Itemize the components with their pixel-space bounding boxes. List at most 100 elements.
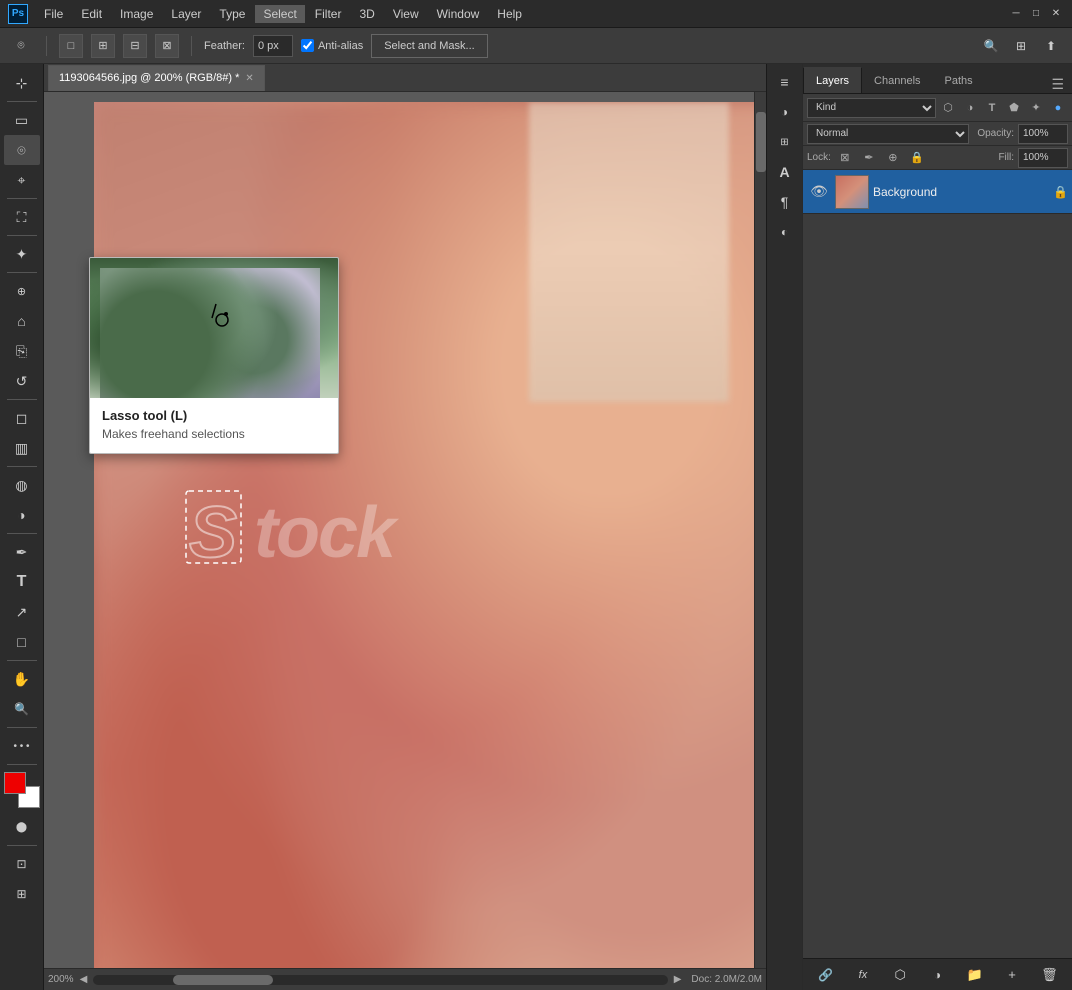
tab-close-btn[interactable]: ✕ <box>245 73 253 84</box>
new-group-btn[interactable]: 📁 <box>962 962 988 988</box>
layer-visibility-eye[interactable]: 👁 <box>807 180 831 204</box>
layer-row-background[interactable]: 👁 Background 🔒 <box>803 170 1072 214</box>
lock-artboard-icon[interactable]: ⊕ <box>883 148 903 168</box>
history-brush-tool[interactable]: ↺ <box>4 366 40 396</box>
type-filter-icon[interactable]: T <box>982 98 1002 118</box>
vertical-scrollbar-thumb[interactable] <box>756 112 766 172</box>
adjustment-filter-icon[interactable]: ◑ <box>960 98 980 118</box>
menu-help[interactable]: Help <box>489 5 530 23</box>
lock-pixels-icon[interactable]: ⊠ <box>835 148 855 168</box>
rectangle-tool[interactable]: □ <box>4 627 40 657</box>
zoom-tool[interactable]: 🔍 <box>4 694 40 724</box>
adjustment-btn[interactable]: ◑ <box>924 962 950 988</box>
intersect-selection-btn[interactable]: ⊠ <box>155 34 179 58</box>
blend-mode-select[interactable]: Normal <box>807 124 969 144</box>
new-selection-btn[interactable]: □ <box>59 34 83 58</box>
history-icon[interactable]: ≡ <box>771 68 799 96</box>
tab-bar: 1193064566.jpg @ 200% (RGB/8#) * ✕ <box>44 64 766 92</box>
tab-filename: 1193064566.jpg @ 200% (RGB/8#) * <box>59 72 239 84</box>
minimize-button[interactable]: ─ <box>1008 6 1024 22</box>
filter-toggle[interactable]: ● <box>1048 98 1068 118</box>
menu-image[interactable]: Image <box>112 5 161 23</box>
fill-input[interactable] <box>1018 148 1068 168</box>
lasso-tool[interactable]: ⌾ <box>4 135 40 165</box>
rectangular-marquee-tool[interactable]: ▭ <box>4 105 40 135</box>
pixel-filter-icon[interactable]: ⬡ <box>938 98 958 118</box>
menu-select[interactable]: Select <box>255 5 304 23</box>
ps-logo: Ps <box>8 4 28 24</box>
color-icon[interactable]: ◑ <box>771 98 799 126</box>
subtract-selection-btn[interactable]: ⊟ <box>123 34 147 58</box>
fx-btn[interactable]: fx <box>850 962 876 988</box>
antialias-checkbox[interactable]: Anti-alias <box>301 39 363 52</box>
eraser-tool[interactable]: ◻ <box>4 403 40 433</box>
adjust-icon[interactable]: ◐ <box>771 218 799 246</box>
workspace-icon[interactable]: ⊞ <box>1008 33 1034 59</box>
layers-bottom-bar: 🔗 fx ⬡ ◑ 📁 + 🗑 <box>803 958 1072 990</box>
hand-tool[interactable]: ✋ <box>4 664 40 694</box>
text-icon[interactable]: A <box>771 158 799 186</box>
extra-tools-btn[interactable]: • • • <box>4 731 40 761</box>
horizontal-scrollbar-thumb[interactable] <box>173 975 273 985</box>
delete-layer-btn[interactable]: 🗑 <box>1036 962 1062 988</box>
menu-window[interactable]: Window <box>429 5 488 23</box>
canvas-image: tock S <box>94 102 766 968</box>
paragraph-icon[interactable]: ¶ <box>771 188 799 216</box>
new-layer-btn[interactable]: + <box>999 962 1025 988</box>
foreground-color[interactable] <box>4 772 26 794</box>
tool-preset-picker[interactable]: ⌾ <box>8 33 34 59</box>
panel-menu-btn[interactable]: ☰ <box>1043 76 1072 93</box>
scroll-right-btn[interactable]: ▶ <box>672 974 684 985</box>
blur-tool[interactable]: ◍ <box>4 470 40 500</box>
clone-stamp-tool[interactable]: ⎘ <box>4 336 40 366</box>
gradient-tool[interactable]: ▥ <box>4 433 40 463</box>
menu-edit[interactable]: Edit <box>73 5 110 23</box>
move-tool[interactable]: ⊹ <box>4 68 40 98</box>
frame-mode-btn[interactable]: ⊞ <box>4 879 40 909</box>
add-mask-btn[interactable]: ⬡ <box>887 962 913 988</box>
menu-layer[interactable]: Layer <box>163 5 209 23</box>
eyedropper-tool[interactable]: ✦ <box>4 239 40 269</box>
text-tool[interactable]: T <box>4 567 40 597</box>
lock-all-icon[interactable]: 🔒 <box>907 148 927 168</box>
healing-brush-tool[interactable]: ⊕ <box>4 276 40 306</box>
quick-mask-btn[interactable]: ⬤ <box>4 812 40 842</box>
menu-type[interactable]: Type <box>211 5 253 23</box>
add-selection-btn[interactable]: ⊞ <box>91 34 115 58</box>
path-selection-tool[interactable]: ↗ <box>4 597 40 627</box>
close-button[interactable]: ✕ <box>1048 6 1064 22</box>
table-icon[interactable]: ⊞ <box>771 128 799 156</box>
screen-mode-btn[interactable]: ⊡ <box>4 849 40 879</box>
feather-input[interactable] <box>253 35 293 57</box>
tab-channels[interactable]: Channels <box>862 67 932 93</box>
menu-filter[interactable]: Filter <box>307 5 350 23</box>
tab-layers[interactable]: Layers <box>803 67 862 93</box>
search-icon[interactable]: 🔍 <box>978 33 1004 59</box>
lock-position-icon[interactable]: ✒ <box>859 148 879 168</box>
share-icon[interactable]: ⬆ <box>1038 33 1064 59</box>
document-tab[interactable]: 1193064566.jpg @ 200% (RGB/8#) * ✕ <box>48 65 265 91</box>
layers-kind-select[interactable]: Kind <box>807 98 936 118</box>
dodge-tool[interactable]: ◑ <box>4 500 40 530</box>
horizontal-scrollbar-track[interactable] <box>93 975 667 985</box>
antialias-input[interactable] <box>301 39 314 52</box>
menu-file[interactable]: File <box>36 5 71 23</box>
maximize-button[interactable]: □ <box>1028 6 1044 22</box>
menu-view[interactable]: View <box>385 5 427 23</box>
shape-filter-icon[interactable]: ⬟ <box>1004 98 1024 118</box>
crop-tool[interactable]: ⛶ <box>4 202 40 232</box>
link-layers-btn[interactable]: 🔗 <box>813 962 839 988</box>
smart-filter-icon[interactable]: ✦ <box>1026 98 1046 118</box>
menu-3d[interactable]: 3D <box>351 5 382 23</box>
select-and-mask-button[interactable]: Select and Mask... <box>371 34 488 58</box>
pen-tool[interactable]: ✒ <box>4 537 40 567</box>
vertical-scrollbar[interactable] <box>754 92 766 968</box>
brush-tool[interactable]: ⌂ <box>4 306 40 336</box>
watermark-text: tock <box>254 493 394 573</box>
scroll-left-btn[interactable]: ◀ <box>78 974 90 985</box>
opacity-input[interactable] <box>1018 124 1068 144</box>
title-bar-left: Ps File Edit Image Layer Type Select Fil… <box>8 4 530 24</box>
canvas-wrapper[interactable]: tock S <box>44 92 766 968</box>
quick-selection-tool[interactable]: ⌖ <box>4 165 40 195</box>
tab-paths[interactable]: Paths <box>933 67 985 93</box>
